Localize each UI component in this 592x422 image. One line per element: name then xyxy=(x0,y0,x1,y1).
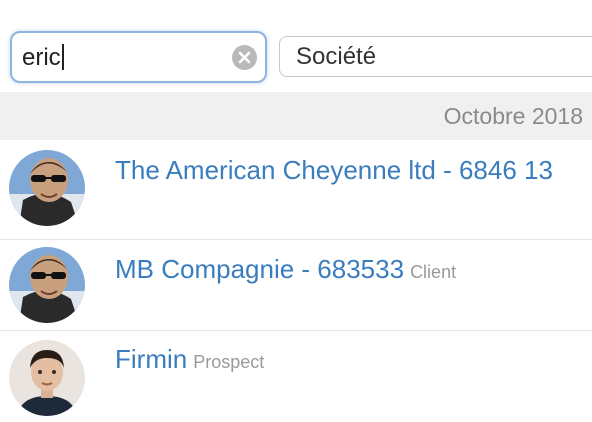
contact-name-link[interactable]: Firmin xyxy=(115,344,187,374)
contact-name-link[interactable]: MB Compagnie - 683533 xyxy=(115,254,404,284)
contact-name-link[interactable]: The American Cheyenne ltd - 6846 13 xyxy=(115,155,553,185)
text-caret xyxy=(61,44,64,70)
search-input-value: eric xyxy=(22,44,61,71)
section-title: Octobre 2018 xyxy=(443,103,583,129)
company-filter-field[interactable]: Société xyxy=(279,36,592,77)
avatar xyxy=(9,150,85,226)
list-item[interactable]: MB Compagnie - 683533 Client xyxy=(0,240,592,331)
clear-circle-icon[interactable] xyxy=(232,45,257,70)
status-badge: Prospect xyxy=(193,352,265,372)
avatar xyxy=(9,340,85,416)
top-bar: eric Société xyxy=(0,0,592,92)
list-item[interactable]: Firmin Prospect xyxy=(0,331,592,422)
status-badge: Client xyxy=(410,262,457,282)
avatar xyxy=(9,247,85,323)
list-item[interactable]: The American Cheyenne ltd - 6846 13 xyxy=(0,140,592,240)
company-filter-label: Société xyxy=(296,43,377,70)
search-input[interactable]: eric xyxy=(10,31,267,83)
section-header: Octobre 2018 xyxy=(0,92,592,140)
